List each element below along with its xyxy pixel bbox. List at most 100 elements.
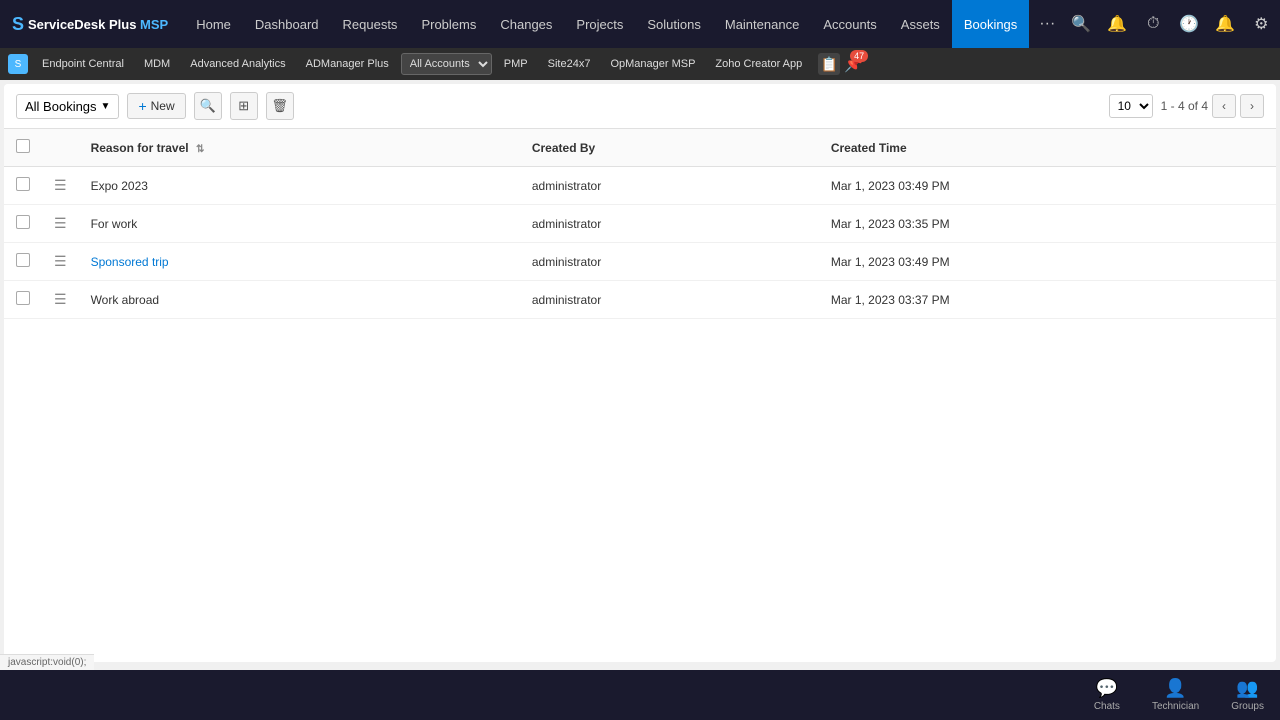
bottom-bar-chats[interactable]: 💬 Chats (1094, 678, 1120, 712)
nav-changes[interactable]: Changes (488, 0, 564, 48)
sub-nav-opmanager-msp[interactable]: OpManager MSP (602, 52, 703, 76)
booking-filter-dropdown[interactable]: All Bookings ▼ (16, 94, 119, 119)
technician-icon: 👤 (1164, 678, 1186, 699)
col-menu (42, 129, 79, 167)
nav-dashboard[interactable]: Dashboard (243, 0, 331, 48)
table-row: ☰ Sponsored trip administratorMar 1, 2023 … (4, 243, 1276, 281)
row-created-time-cell: Mar 1, 2023 03:35 PM (819, 205, 1276, 243)
sub-nav-endpoint-central[interactable]: Endpoint Central (34, 52, 132, 76)
nav-projects[interactable]: Projects (564, 0, 635, 48)
status-text: javascript:void(0); (8, 657, 86, 668)
delete-button[interactable]: 🗑 (266, 92, 294, 120)
row-created-by-cell: administrator (520, 205, 819, 243)
plus-icon: + (138, 98, 146, 114)
nav-home[interactable]: Home (184, 0, 243, 48)
nav-bookings[interactable]: Bookings (952, 0, 1029, 48)
pagination-controls: 10 1 - 4 of 4 ‹ › (1109, 94, 1264, 118)
row-checkbox-cell (4, 281, 42, 319)
nav-assets[interactable]: Assets (889, 0, 952, 48)
col-reason: Reason for travel ⇅ (79, 129, 520, 167)
nav-items: Home Dashboard Requests Problems Changes… (184, 0, 1065, 48)
logo: S ServiceDesk Plus MSP (12, 14, 168, 35)
sub-navigation: S Endpoint Central MDM Advanced Analytic… (0, 48, 1280, 80)
nav-problems[interactable]: Problems (409, 0, 488, 48)
bottom-bar-technician[interactable]: 👤 Technician (1152, 678, 1199, 712)
sub-nav-pmp[interactable]: PMP (496, 52, 536, 76)
logo-text: ServiceDesk Plus MSP (28, 17, 168, 32)
row-menu-cell: ☰ (42, 243, 79, 281)
row-checkbox[interactable] (16, 177, 30, 191)
sub-nav-mdm[interactable]: MDM (136, 52, 178, 76)
nav-more[interactable]: ··· (1029, 0, 1065, 48)
table-row: ☰ For workadministratorMar 1, 2023 03:35 … (4, 205, 1276, 243)
sub-nav-advanced-analytics[interactable]: Advanced Analytics (182, 52, 293, 76)
select-all-checkbox[interactable] (16, 139, 30, 153)
bottom-bar-groups[interactable]: 👥 Groups (1231, 678, 1264, 712)
row-created-time-cell: Mar 1, 2023 03:49 PM (819, 167, 1276, 205)
grid-view-button[interactable]: ⊞ (230, 92, 258, 120)
page-size-select[interactable]: 10 (1109, 94, 1153, 118)
row-checkbox[interactable] (16, 215, 30, 229)
row-menu-cell: ☰ (42, 167, 79, 205)
col-checkbox (4, 129, 42, 167)
dropdown-arrow-icon: ▼ (101, 101, 111, 112)
table-row: ☰ Work abroadadministratorMar 1, 2023 03:… (4, 281, 1276, 319)
settings-icon-btn[interactable]: ⚙ (1245, 8, 1277, 40)
notification-badge: 47 (850, 50, 868, 62)
pagination-prev-button[interactable]: ‹ (1212, 94, 1236, 118)
alarm-icon-btn[interactable]: 🔔 (1209, 8, 1241, 40)
row-reason-cell: Expo 2023 (79, 167, 520, 205)
notification-icon-btn[interactable]: 🔔 (1101, 8, 1133, 40)
col-created-time: Created Time (819, 129, 1276, 167)
nav-accounts[interactable]: Accounts (811, 0, 888, 48)
groups-icon: 👥 (1236, 678, 1258, 699)
nav-requests[interactable]: Requests (331, 0, 410, 48)
row-checkbox-cell (4, 167, 42, 205)
row-reason-cell: For work (79, 205, 520, 243)
table-row: ☰ Expo 2023administratorMar 1, 2023 03:49… (4, 167, 1276, 205)
row-created-time-cell: Mar 1, 2023 03:49 PM (819, 243, 1276, 281)
top-navigation: S ServiceDesk Plus MSP Home Dashboard Re… (0, 0, 1280, 48)
row-menu-icon[interactable]: ☰ (54, 177, 67, 193)
row-checkbox-cell (4, 205, 42, 243)
row-created-by-cell: administrator (520, 281, 819, 319)
pagination-next-button[interactable]: › (1240, 94, 1264, 118)
pagination-info: 1 - 4 of 4 (1161, 99, 1208, 113)
sub-nav-site24x7[interactable]: Site24x7 (540, 52, 599, 76)
timer-icon-btn[interactable]: ⏱ (1137, 8, 1169, 40)
search-button[interactable]: 🔍 (194, 92, 222, 120)
row-reason-cell: Sponsored trip (79, 243, 520, 281)
row-menu-cell: ☰ (42, 205, 79, 243)
accounts-dropdown[interactable]: All Accounts (401, 53, 492, 75)
sort-icon[interactable]: ⇅ (196, 144, 204, 155)
row-menu-icon[interactable]: ☰ (54, 291, 67, 307)
row-menu-cell: ☰ (42, 281, 79, 319)
logo-icon: S (12, 14, 24, 35)
reason-link[interactable]: Sponsored trip (91, 255, 169, 269)
bookings-table-container: Reason for travel ⇅ Created By Created T… (4, 129, 1276, 319)
col-created-by: Created By (520, 129, 819, 167)
row-checkbox[interactable] (16, 291, 30, 305)
row-checkbox-cell (4, 243, 42, 281)
sub-nav-zoho-creator-app[interactable]: Zoho Creator App (707, 52, 810, 76)
row-menu-icon[interactable]: ☰ (54, 253, 67, 269)
toolbar: All Bookings ▼ + New 🔍 ⊞ 🗑 10 1 - 4 of 4… (4, 84, 1276, 129)
row-created-time-cell: Mar 1, 2023 03:37 PM (819, 281, 1276, 319)
sub-nav-clipboard-icon[interactable]: 📋 (818, 53, 840, 75)
nav-maintenance[interactable]: Maintenance (713, 0, 811, 48)
sub-nav-admanager-plus[interactable]: ADManager Plus (298, 52, 397, 76)
new-button[interactable]: + New (127, 93, 185, 119)
row-checkbox[interactable] (16, 253, 30, 267)
bottom-bar: 💬 Chats 👤 Technician 👥 Groups (0, 670, 1280, 720)
row-created-by-cell: administrator (520, 243, 819, 281)
row-menu-icon[interactable]: ☰ (54, 215, 67, 231)
nav-right-icons: 🔍 🔔 ⏱ 🕐 🔔 ⚙ ❓ 👤 (1065, 8, 1280, 40)
nav-solutions[interactable]: Solutions (635, 0, 712, 48)
history-icon-btn[interactable]: 🕐 (1173, 8, 1205, 40)
row-created-by-cell: administrator (520, 167, 819, 205)
sub-nav-notifications[interactable]: 📌 47 (844, 54, 864, 74)
chats-icon: 💬 (1096, 678, 1118, 699)
search-icon-btn[interactable]: 🔍 (1065, 8, 1097, 40)
bookings-table: Reason for travel ⇅ Created By Created T… (4, 129, 1276, 319)
row-reason-cell: Work abroad (79, 281, 520, 319)
